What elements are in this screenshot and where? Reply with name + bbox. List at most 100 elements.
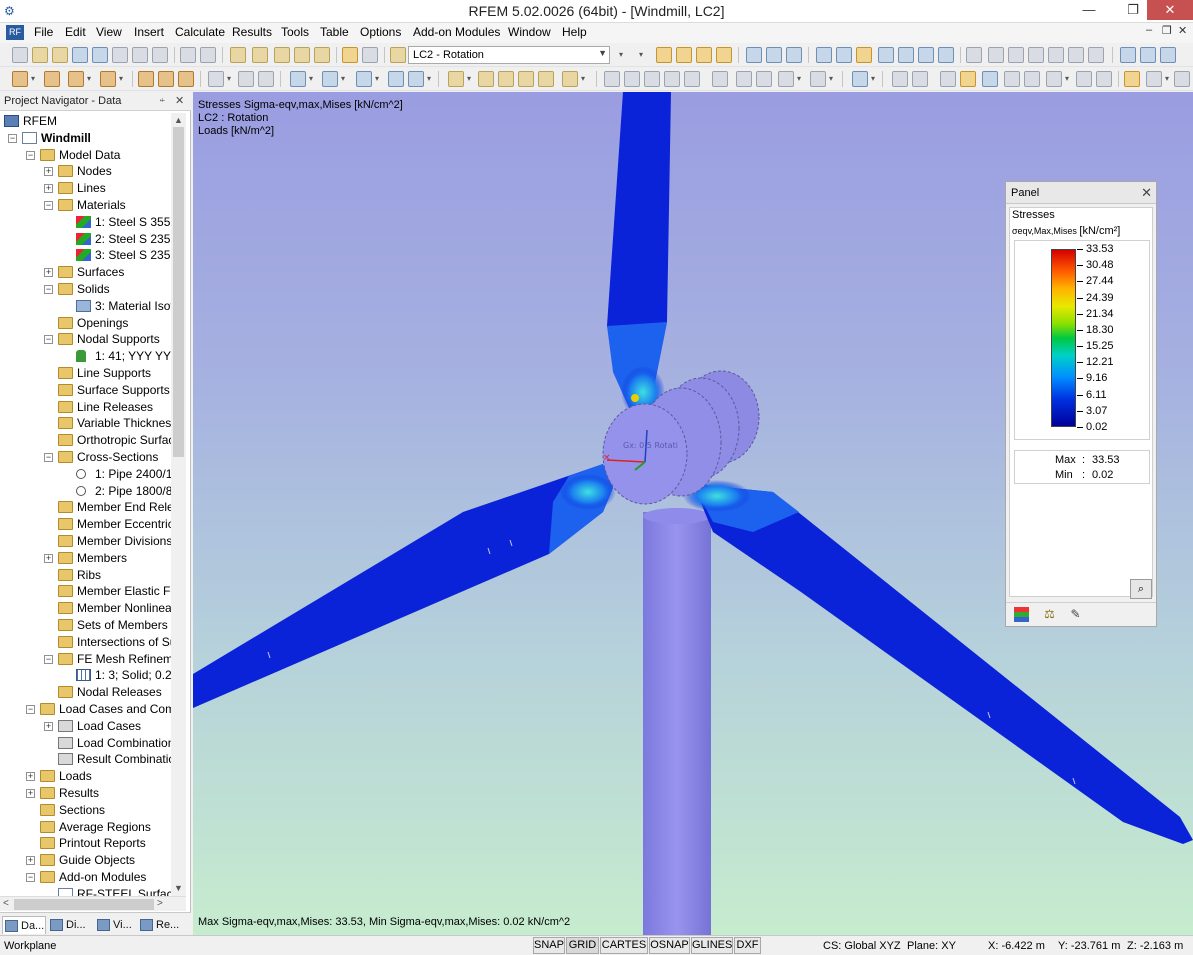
axis-y-icon[interactable] (736, 71, 752, 87)
lines-icon[interactable] (1024, 71, 1040, 87)
expand-icon[interactable]: + (44, 184, 53, 194)
scroll-down-icon[interactable]: ▼ (174, 883, 183, 893)
show-results-icon[interactable] (656, 47, 672, 63)
redo-icon[interactable] (200, 47, 216, 63)
menu-calculate[interactable]: Calculate (175, 25, 225, 39)
navigator-close-icon[interactable]: ✕ (175, 94, 184, 107)
panel-toggle-icon[interactable] (1174, 71, 1190, 87)
view-all-icon[interactable] (408, 71, 424, 87)
tab-data[interactable]: Da... (2, 916, 46, 934)
surface-dropdown-icon[interactable] (118, 71, 126, 87)
show-max-min-icon[interactable] (716, 47, 732, 63)
insert-line-icon[interactable] (44, 71, 60, 87)
measure-icon[interactable] (966, 47, 982, 63)
snap-toggle[interactable]: SNAP (533, 937, 565, 954)
find-icon[interactable] (252, 47, 268, 63)
axis-z-icon[interactable] (756, 71, 772, 87)
tab-display[interactable]: Di... (48, 916, 94, 934)
menu-addon-modules[interactable]: Add-on Modules (413, 25, 500, 39)
collapse-icon[interactable]: − (8, 133, 17, 143)
printout-report-icon[interactable] (152, 47, 168, 63)
navigator-vertical-scrollbar[interactable]: ▲ ▼ (171, 113, 186, 896)
table-view-icon[interactable] (1096, 71, 1112, 87)
collapse-icon[interactable]: − (44, 453, 53, 462)
menu-options[interactable]: Options (360, 25, 401, 39)
osnap-toggle[interactable]: OSNAP (649, 937, 690, 954)
hscroll-thumb[interactable] (14, 899, 154, 910)
menu-insert[interactable]: Insert (134, 25, 164, 39)
iso-dropdown-icon[interactable] (426, 71, 434, 87)
copy-icon[interactable] (238, 71, 254, 87)
select-icon[interactable] (878, 47, 894, 63)
calculate-icon[interactable] (294, 47, 310, 63)
insert-surface-icon[interactable] (100, 71, 116, 87)
rotate-dropdown-icon[interactable] (374, 71, 382, 87)
show-deformation-icon[interactable] (696, 47, 712, 63)
cube-view-icon[interactable] (664, 71, 680, 87)
solid-render-icon[interactable] (960, 71, 976, 87)
rotate-view-icon[interactable] (356, 71, 372, 87)
settings-icon[interactable] (1048, 47, 1064, 63)
scroll-thumb[interactable] (173, 127, 184, 457)
insert-node-icon[interactable] (12, 71, 28, 87)
expand-icon[interactable]: + (26, 789, 35, 798)
grid-icon[interactable] (816, 47, 832, 63)
view-y-dropdown-icon[interactable] (340, 71, 348, 87)
render-icon[interactable] (918, 47, 934, 63)
navigator-horizontal-scrollbar[interactable]: < > (0, 896, 186, 911)
mdi-minimize-button[interactable]: – (1146, 24, 1152, 36)
results-icon[interactable] (314, 47, 330, 63)
smooth-icon[interactable] (786, 47, 802, 63)
axis-x-icon[interactable] (712, 71, 728, 87)
insert-member-icon[interactable] (68, 71, 84, 87)
open-project-icon[interactable] (52, 47, 68, 63)
color-scale-icon[interactable] (1124, 71, 1140, 87)
pin-icon[interactable]: ⍅ (159, 94, 166, 107)
minimize-button[interactable]: — (1071, 0, 1107, 20)
support-view-icon[interactable] (498, 71, 514, 87)
open-icon[interactable] (32, 47, 48, 63)
save-icon[interactable] (72, 47, 88, 63)
tab-views[interactable]: Vi... (95, 916, 137, 934)
expand-icon[interactable]: + (44, 268, 53, 278)
filter-tab-icon[interactable]: ✎ (1068, 607, 1083, 622)
mesh-icon[interactable] (836, 47, 852, 63)
print-graphic-icon[interactable] (132, 47, 148, 63)
color-scale-bar[interactable] (1051, 249, 1076, 427)
expand-icon[interactable]: + (26, 772, 35, 782)
structure-icon[interactable] (478, 71, 494, 87)
panel-icon[interactable] (362, 47, 378, 63)
members-icon[interactable] (1046, 71, 1062, 87)
display-icon[interactable] (810, 71, 826, 87)
move-icon[interactable] (208, 71, 224, 87)
node-dropdown-icon[interactable] (30, 71, 38, 87)
comment-icon[interactable] (1008, 47, 1024, 63)
result-view-icon[interactable] (538, 71, 554, 87)
collapse-icon[interactable]: − (44, 285, 53, 294)
chevron-down-icon[interactable]: ▼ (598, 48, 607, 58)
section-view-dropdown-icon[interactable] (580, 71, 588, 87)
expand-icon[interactable]: + (44, 721, 53, 731)
collapse-icon[interactable]: − (44, 201, 53, 210)
plugin-icon[interactable] (1088, 47, 1104, 63)
navigator-dropdown-icon[interactable] (1164, 71, 1172, 87)
light-icon[interactable] (1004, 71, 1020, 87)
view-x-icon[interactable] (290, 71, 306, 87)
tab-results[interactable]: Re... (138, 916, 184, 934)
print-icon[interactable] (112, 47, 128, 63)
dimension-icon[interactable] (988, 47, 1004, 63)
dxf-toggle[interactable]: DXF (734, 937, 761, 954)
factors-tab-icon[interactable]: ⚖ (1042, 607, 1057, 622)
colored-render-icon[interactable] (982, 71, 998, 87)
display-dropdown-icon[interactable] (828, 71, 836, 87)
zoom-to-result-button[interactable]: ⌕ (1130, 579, 1152, 599)
glines-toggle[interactable]: GLINES (691, 937, 733, 954)
insert-load-icon[interactable] (178, 71, 194, 87)
transparency-icon[interactable] (938, 47, 954, 63)
mdi-close-button[interactable]: ✕ (1178, 24, 1187, 37)
undo-icon[interactable] (180, 47, 196, 63)
insert-hinge-icon[interactable] (158, 71, 174, 87)
delete-icon[interactable] (1028, 47, 1044, 63)
cartes-toggle[interactable]: CARTES (600, 937, 648, 954)
menu-results[interactable]: Results (232, 25, 272, 39)
